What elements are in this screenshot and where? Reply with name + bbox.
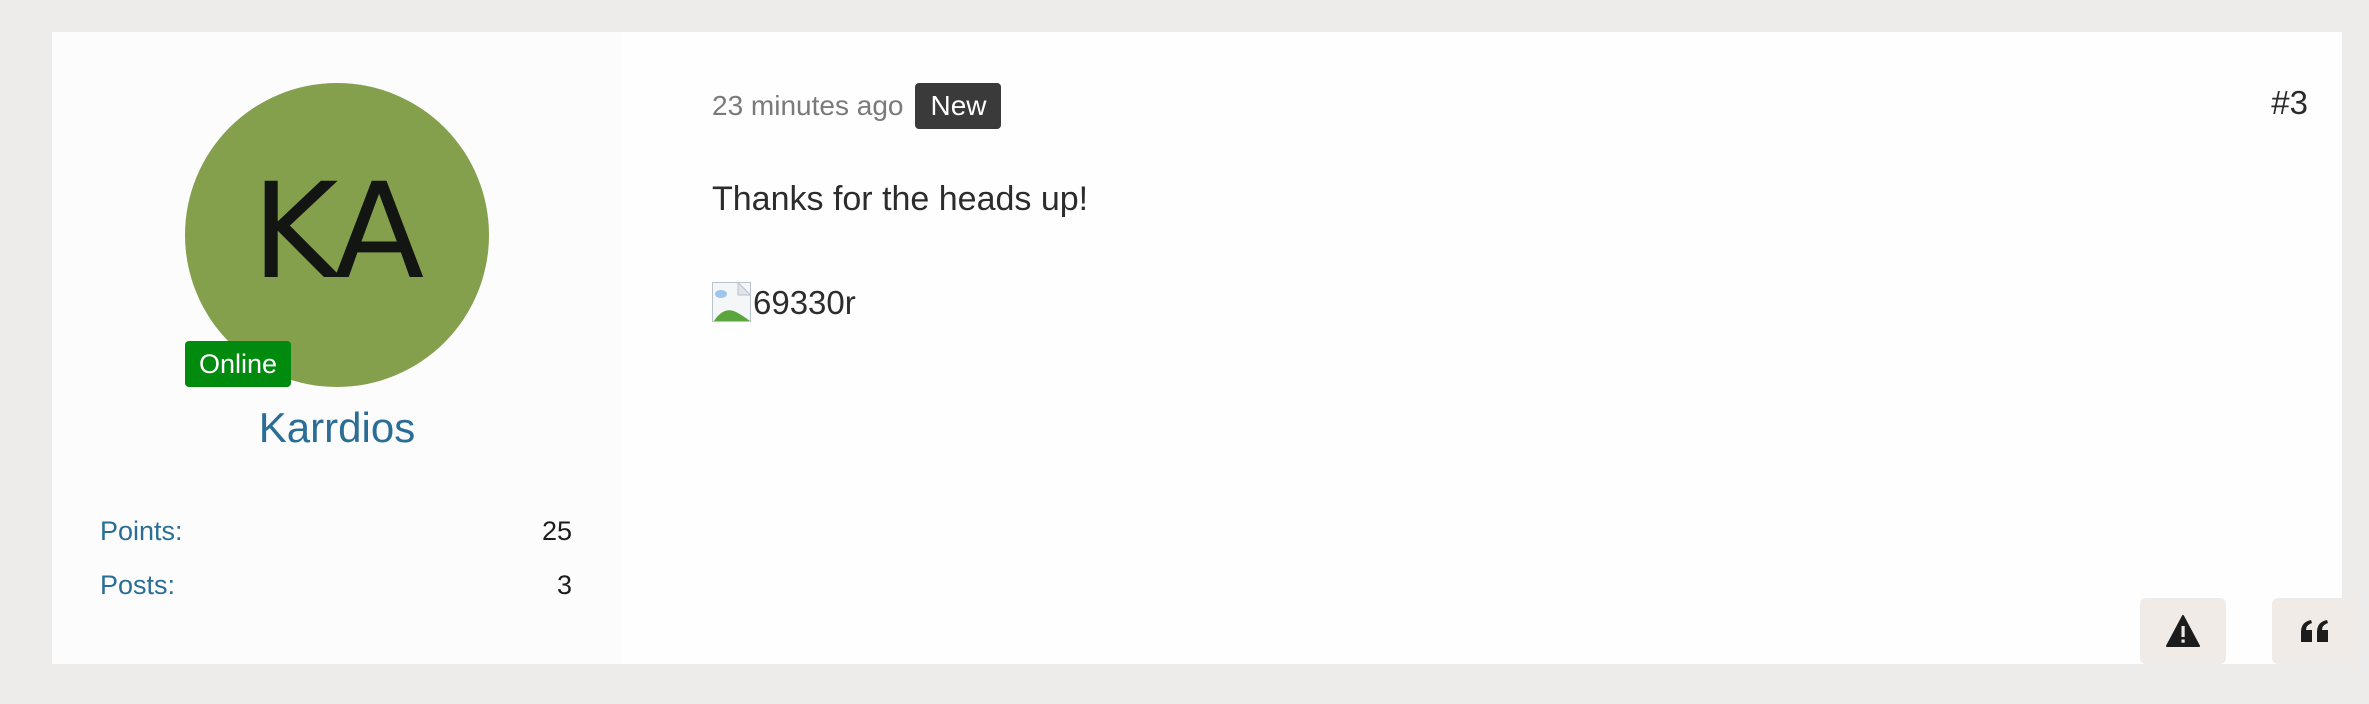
post-attachment[interactable]: 69330r (712, 282, 856, 322)
attachment-alt-text: 69330r (753, 284, 856, 321)
post-timestamp[interactable]: 23 minutes ago (712, 90, 903, 122)
broken-image-icon (712, 282, 751, 322)
warning-triangle-icon (2166, 615, 2200, 647)
post-number-link[interactable]: #3 (2271, 84, 2308, 122)
quote-icon (2301, 620, 2328, 642)
forum-post: KA Online Karrdios Points: 25 Posts: 3 2… (52, 32, 2358, 664)
post-content: 23 minutes ago New #3 Thanks for the hea… (622, 32, 2358, 664)
post-message: Thanks for the heads up! (712, 180, 1089, 218)
online-status-badge: Online (185, 341, 292, 387)
post-author-panel: KA Online Karrdios Points: 25 Posts: 3 (52, 32, 622, 664)
stat-posts-label[interactable]: Posts: (100, 570, 175, 601)
stat-points-value: 25 (541, 516, 572, 546)
stat-posts-value: 3 (556, 570, 572, 600)
quote-button[interactable] (2272, 598, 2358, 664)
username-link[interactable]: Karrdios (52, 404, 622, 452)
post-meta: 23 minutes ago New (712, 83, 1002, 129)
stat-points: Points: 25 (100, 516, 572, 547)
report-button[interactable] (2140, 598, 2226, 664)
avatar-initials: KA (251, 155, 425, 309)
stat-posts: Posts: 3 (100, 570, 572, 601)
new-badge: New (915, 83, 1002, 129)
stat-points-label[interactable]: Points: (100, 516, 183, 547)
